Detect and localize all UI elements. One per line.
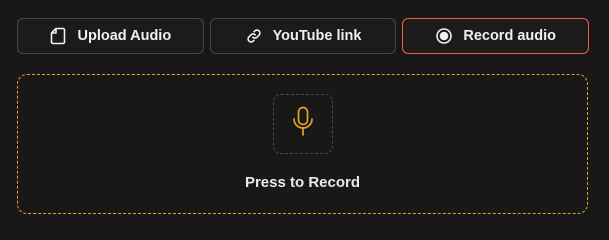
record-audio-tab[interactable]: Record audio bbox=[402, 18, 590, 54]
microphone-icon bbox=[292, 106, 314, 143]
press-to-record-label: Press to Record bbox=[244, 174, 361, 191]
upload-audio-label: Upload Audio bbox=[77, 28, 172, 44]
link-icon bbox=[245, 27, 263, 45]
upload-audio-tab[interactable]: Upload Audio bbox=[17, 18, 204, 54]
file-icon bbox=[49, 27, 67, 45]
record-icon bbox=[435, 27, 453, 45]
audio-source-tabs: Upload Audio YouTube link Record audio bbox=[17, 18, 590, 54]
record-dropzone[interactable]: Press to Record bbox=[17, 74, 588, 214]
youtube-link-tab[interactable]: YouTube link bbox=[209, 18, 397, 54]
record-audio-label: Record audio bbox=[463, 28, 556, 44]
microphone-icon-box[interactable] bbox=[273, 94, 333, 154]
youtube-link-label: YouTube link bbox=[272, 28, 362, 44]
